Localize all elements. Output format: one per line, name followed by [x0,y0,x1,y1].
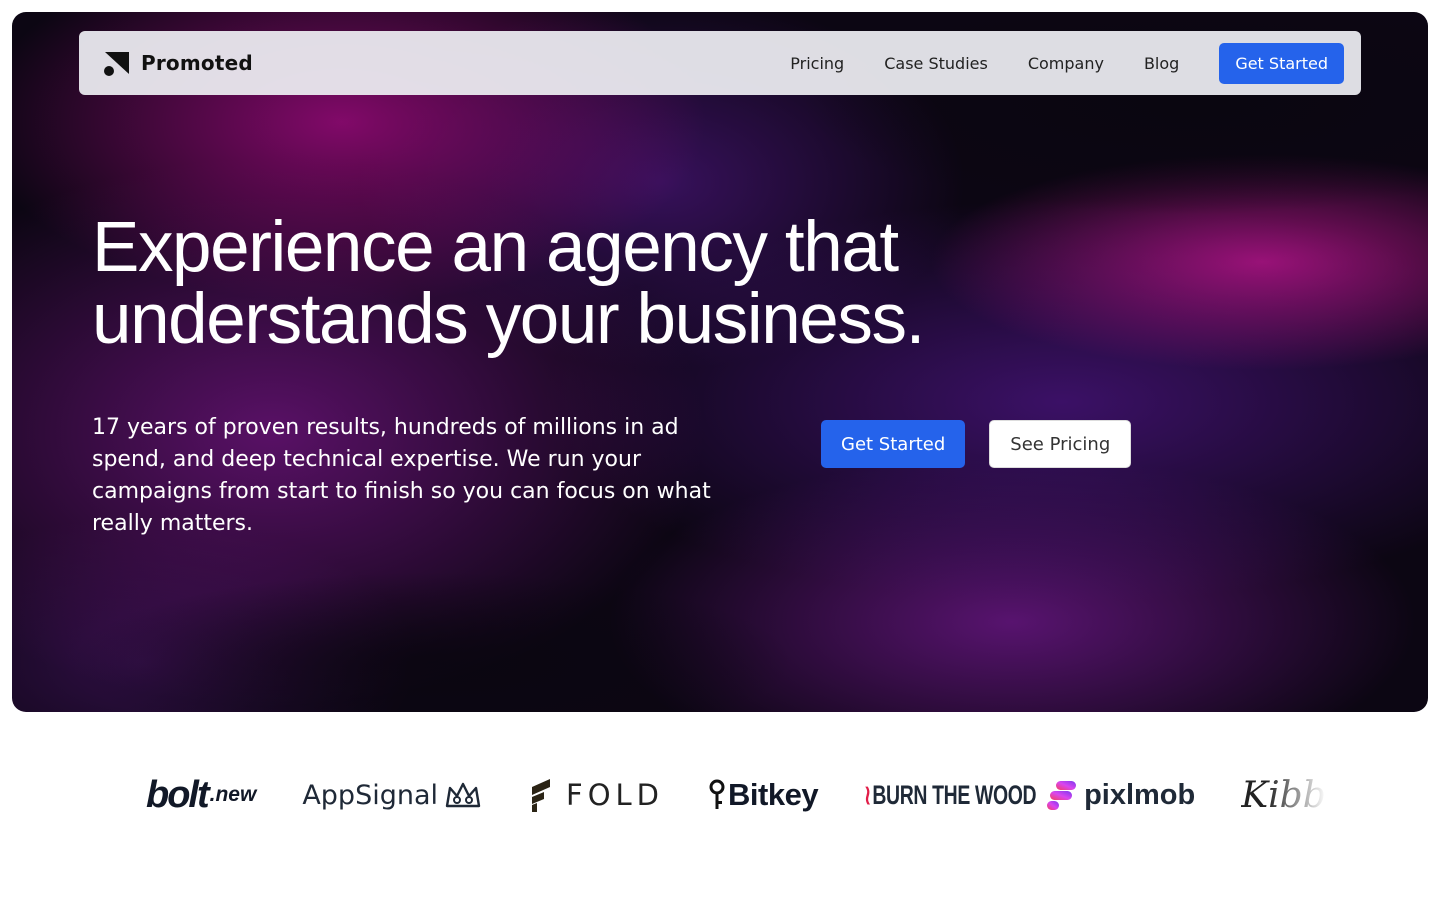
appsignal-logo-name: AppSignal [302,779,439,811]
client-logo-strip: bolt .new AppSignal FOLD Bitkey ≀ BURN THE… [140,765,1336,825]
bolt-logo-suffix: .new [209,783,257,806]
pixlmob-logo-name: pixlmob [1084,778,1196,811]
bolt-logo: bolt .new [146,774,256,817]
bitkey-logo: Bitkey [708,777,819,813]
key-icon [709,779,725,809]
pixlmob-logo: pixlmob [1046,779,1195,812]
nav-links: Pricing Case Studies Company Blog Get St… [790,42,1344,84]
hero-section [12,12,1428,712]
flame-icon: ≀ [864,779,871,810]
nav-get-started-button[interactable]: Get Started [1219,42,1344,84]
bolt-logo-name: bolt [146,773,210,816]
headline-line-1: Experience an agency that [92,208,899,287]
hero-actions: Get Started See Pricing [821,420,1132,468]
hero-gradient-shadow-bottom [12,532,912,712]
fold-leaf-icon [532,779,551,812]
headline-line-2: understands your business. [92,280,925,359]
hero-get-started-button[interactable]: Get Started [821,420,966,468]
see-pricing-button[interactable]: See Pricing [989,420,1132,468]
fold-logo-name: FOLD [566,778,665,812]
brand[interactable]: Promoted [103,50,253,76]
promoted-logo-icon [103,50,129,76]
bitkey-logo-name: Bitkey [728,777,819,812]
top-navbar: Promoted Pricing Case Studies Company Bl… [79,31,1361,95]
fold-logo: FOLD [528,777,664,813]
burn-the-wood-logo: ≀ BURN THE WOOD [864,779,1037,811]
nav-link-company[interactable]: Company [1028,54,1104,73]
nav-link-pricing[interactable]: Pricing [790,54,844,73]
brand-name: Promoted [141,51,253,75]
kibb-logo: Kibb [1241,775,1326,816]
hero-headline: Experience an agency that understands yo… [92,212,1092,356]
burn-the-wood-logo-name: BURN THE WOOD [872,779,1037,810]
hero-subcopy: 17 years of proven results, hundreds of … [92,415,711,536]
pixlmob-icon [1047,781,1077,810]
kibb-logo-name: Kibb [1241,774,1326,816]
crown-icon [445,782,481,808]
nav-link-blog[interactable]: Blog [1144,54,1179,73]
nav-link-case-studies[interactable]: Case Studies [884,54,988,73]
appsignal-logo: AppSignal [302,780,482,811]
